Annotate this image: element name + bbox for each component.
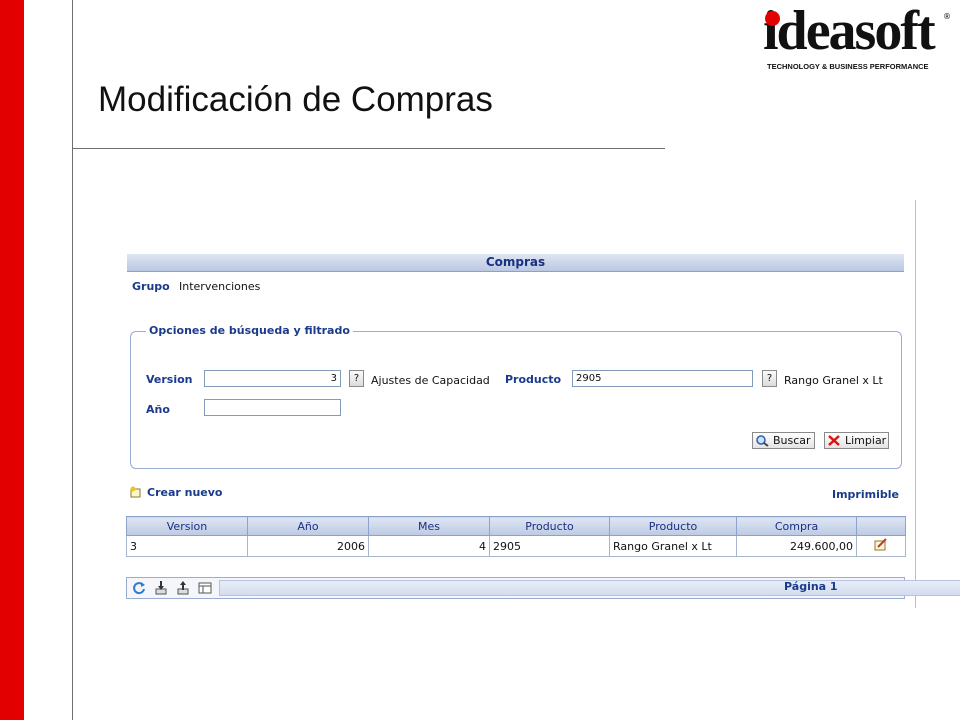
logo-tagline: TECHNOLOGY & BUSINESS PERFORMANCE [767, 62, 929, 71]
refresh-icon[interactable] [131, 580, 147, 596]
columns-icon[interactable] [197, 580, 213, 596]
export-up-icon[interactable] [175, 580, 191, 596]
magnifier-icon [756, 435, 769, 447]
slide-vertical-rule [72, 0, 73, 720]
limpiar-label: Limpiar [845, 434, 887, 447]
column-header-anio[interactable]: Año [247, 516, 369, 536]
table-header-row: Version Año Mes Producto Producto Compra [126, 516, 906, 536]
clear-x-icon [828, 435, 840, 446]
version-description: Ajustes de Capacidad [371, 374, 490, 387]
grupo-value: Intervenciones [179, 280, 261, 293]
column-header-version[interactable]: Version [126, 516, 248, 536]
app-frame-edge [915, 200, 916, 608]
imprimible-link[interactable]: Imprimible [832, 488, 899, 501]
logo-red-dot [765, 11, 780, 26]
anio-label: Año [146, 403, 170, 416]
column-header-mes[interactable]: Mes [368, 516, 490, 536]
cell-compra: 249.600,00 [736, 535, 857, 557]
grupo-label: Grupo [132, 280, 170, 293]
anio-input[interactable] [204, 399, 341, 416]
page-indicator: Página 1 [784, 580, 838, 593]
column-header-compra[interactable]: Compra [736, 516, 857, 536]
logo-registered-mark: ® [943, 12, 951, 21]
panel-title: Compras [127, 254, 904, 272]
compras-table: Version Año Mes Producto Producto Compra… [126, 516, 906, 557]
search-options-legend: Opciones de búsqueda y filtrado [146, 324, 353, 337]
left-red-bar [0, 0, 24, 720]
producto-input[interactable]: 2905 [572, 370, 753, 387]
logo-wordmark: ideasoft [763, 0, 936, 62]
buscar-button[interactable]: Buscar [752, 432, 815, 449]
crear-nuevo-link[interactable]: Crear nuevo [129, 486, 223, 499]
export-down-icon[interactable] [153, 580, 169, 596]
pager-bar [219, 580, 960, 596]
edit-icon[interactable] [874, 538, 888, 551]
version-input[interactable]: 3 [204, 370, 341, 387]
limpiar-button[interactable]: Limpiar [824, 432, 889, 449]
producto-label: Producto [505, 373, 562, 386]
crear-nuevo-label: Crear nuevo [147, 486, 223, 499]
producto-description: Rango Granel x Lt [784, 374, 883, 387]
producto-lookup-button[interactable]: ? [762, 370, 777, 387]
column-header-producto-name[interactable]: Producto [609, 516, 737, 536]
new-document-icon [130, 486, 141, 498]
slide-title: Modificación de Compras [98, 80, 493, 119]
cell-producto-name: Rango Granel x Lt [609, 535, 737, 557]
buscar-label: Buscar [773, 434, 811, 447]
cell-edit [856, 535, 906, 557]
table-row[interactable]: 3 2006 4 2905 Rango Granel x Lt 249.600,… [126, 535, 906, 557]
title-underline-rule [72, 148, 665, 149]
cell-anio: 2006 [247, 535, 369, 557]
cell-producto-code: 2905 [489, 535, 610, 557]
version-lookup-button[interactable]: ? [349, 370, 364, 387]
column-header-actions [856, 516, 906, 536]
cell-version: 3 [126, 535, 248, 557]
column-header-producto-code[interactable]: Producto [489, 516, 610, 536]
cell-mes: 4 [368, 535, 490, 557]
ideasoft-logo: ideasoft ® TECHNOLOGY & BUSINESS PERFORM… [763, 0, 953, 74]
version-label: Version [146, 373, 193, 386]
